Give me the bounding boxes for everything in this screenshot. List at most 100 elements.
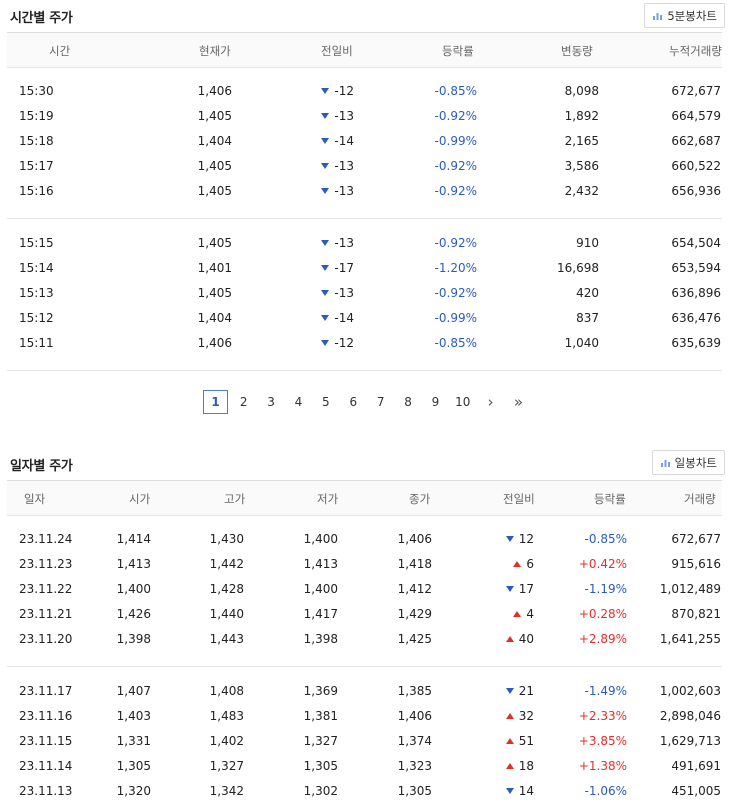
- cell-volume: 420: [576, 286, 599, 300]
- cell-high: 1,327: [209, 759, 244, 773]
- cell-time: 15:12: [19, 311, 54, 325]
- cell-change: -12: [321, 336, 354, 350]
- table-row: 15:17 1,405 -13 -0.92% 3,586 660,522: [7, 154, 722, 179]
- cell-open: 1,400: [116, 582, 151, 596]
- change-value: -13: [334, 286, 354, 300]
- page-1[interactable]: 1: [203, 390, 228, 414]
- cell-open: 1,305: [116, 759, 151, 773]
- table-row: 15:19 1,405 -13 -0.92% 1,892 664,579: [7, 104, 722, 129]
- table-row: 23.11.24 1,414 1,430 1,400 1,406 12 -0.85% 672,…: [7, 527, 722, 552]
- table-row: 15:16 1,405 -13 -0.92% 2,432 656,936: [7, 179, 722, 204]
- cell-high: 1,408: [209, 684, 244, 698]
- cell-low: 1,369: [303, 684, 338, 698]
- cell-price: 1,404: [197, 134, 232, 148]
- cell-low: 1,413: [303, 557, 338, 571]
- cell-volume: 1,641,255: [659, 632, 721, 646]
- cell-volume: 451,005: [671, 784, 721, 798]
- down-arrow-icon: [321, 240, 330, 246]
- cell-rate: -0.85%: [434, 336, 477, 350]
- down-arrow-icon: [321, 163, 330, 169]
- table-row: 15:15 1,405 -13 -0.92% 910 654,504: [7, 231, 722, 256]
- cell-date: 23.11.15: [19, 734, 73, 748]
- page-7[interactable]: 7: [367, 395, 394, 409]
- cell-rate: -1.19%: [584, 582, 627, 596]
- page-10[interactable]: 10: [449, 395, 476, 409]
- page-2[interactable]: 2: [230, 395, 257, 409]
- cell-price: 1,405: [197, 159, 232, 173]
- pagination: 1 2 3 4 5 6 7 8 9 10 › »: [203, 390, 533, 414]
- cell-change: -14: [321, 134, 354, 148]
- cell-price: 1,405: [197, 184, 232, 198]
- cell-time: 15:11: [19, 336, 54, 350]
- header-high: 고가: [224, 492, 246, 506]
- change-value: 32: [518, 709, 534, 723]
- cell-rate: -0.85%: [434, 84, 477, 98]
- page-6[interactable]: 6: [340, 395, 367, 409]
- cell-volume: 870,821: [671, 607, 721, 621]
- change-value: 21: [518, 684, 534, 698]
- cell-rate: -1.20%: [434, 261, 477, 275]
- table-row: 23.11.14 1,305 1,327 1,305 1,323 18 +1.38% 491,…: [7, 754, 722, 779]
- daily-table-header: 일자 시가 고가 저가 종가 전일비 등락률 거래량: [7, 480, 722, 516]
- daily-chart-button[interactable]: 일봉차트: [651, 450, 725, 475]
- cell-date: 23.11.17: [19, 684, 73, 698]
- cell-time: 15:18: [19, 134, 54, 148]
- cell-low: 1,398: [303, 632, 338, 646]
- cell-volume: 8,098: [564, 84, 599, 98]
- cell-change: -13: [321, 109, 354, 123]
- up-arrow-icon: [505, 636, 514, 642]
- cell-high: 1,443: [209, 632, 244, 646]
- table-row: 23.11.22 1,400 1,428 1,400 1,412 17 -1.19% 1,01…: [7, 577, 722, 602]
- up-arrow-icon: [513, 561, 522, 567]
- table-row: 15:13 1,405 -13 -0.92% 420 636,896: [7, 281, 722, 306]
- table-bottom-divider: [7, 370, 722, 371]
- cell-volume: 491,691: [671, 759, 721, 773]
- header-rate: 등락률: [594, 492, 626, 506]
- cell-volume: 837: [576, 311, 599, 325]
- cell-rate: +1.38%: [578, 759, 627, 773]
- cell-open: 1,407: [116, 684, 151, 698]
- change-value: 51: [518, 734, 534, 748]
- cell-change: 6: [513, 557, 534, 571]
- five-minute-chart-button[interactable]: 5분봉차트: [644, 3, 725, 28]
- cell-cumulative-volume: 662,687: [671, 134, 721, 148]
- cell-open: 1,414: [116, 532, 151, 546]
- header-rate: 등락률: [442, 44, 474, 58]
- header-volume: 변동량: [561, 44, 593, 58]
- cell-rate: +3.85%: [578, 734, 627, 748]
- change-value: -12: [334, 336, 354, 350]
- page-5[interactable]: 5: [312, 395, 339, 409]
- cell-change: -13: [321, 286, 354, 300]
- cell-price: 1,404: [197, 311, 232, 325]
- change-value: -17: [334, 261, 354, 275]
- change-value: -12: [334, 84, 354, 98]
- cell-open: 1,426: [116, 607, 151, 621]
- page-9[interactable]: 9: [422, 395, 449, 409]
- bar-chart-icon: [653, 13, 663, 20]
- cell-rate: -0.85%: [584, 532, 627, 546]
- header-volume: 거래량: [684, 492, 716, 506]
- cell-low: 1,305: [303, 759, 338, 773]
- table-row: 15:11 1,406 -12 -0.85% 1,040 635,639: [7, 331, 722, 356]
- next-page-icon[interactable]: ›: [477, 393, 505, 411]
- page-4[interactable]: 4: [285, 395, 312, 409]
- down-arrow-icon: [505, 536, 514, 542]
- table-row: 23.11.13 1,320 1,342 1,302 1,305 14 -1.06% 451,…: [7, 779, 722, 804]
- down-arrow-icon: [321, 290, 330, 296]
- last-page-icon[interactable]: »: [505, 393, 533, 411]
- cell-rate: -0.99%: [434, 311, 477, 325]
- bar-chart-icon: [660, 460, 670, 467]
- cell-close: 1,412: [397, 582, 432, 596]
- header-date: 일자: [24, 492, 46, 506]
- cell-cumulative-volume: 636,476: [671, 311, 721, 325]
- cell-change: -17: [321, 261, 354, 275]
- cell-low: 1,400: [303, 582, 338, 596]
- down-arrow-icon: [505, 688, 514, 694]
- table-row: 15:18 1,404 -14 -0.99% 2,165 662,687: [7, 129, 722, 154]
- cell-high: 1,430: [209, 532, 244, 546]
- up-arrow-icon: [513, 611, 522, 617]
- table-row: 23.11.17 1,407 1,408 1,369 1,385 21 -1.49% 1,00…: [7, 679, 722, 704]
- cell-rate: +0.28%: [578, 607, 627, 621]
- page-3[interactable]: 3: [257, 395, 284, 409]
- page-8[interactable]: 8: [394, 395, 421, 409]
